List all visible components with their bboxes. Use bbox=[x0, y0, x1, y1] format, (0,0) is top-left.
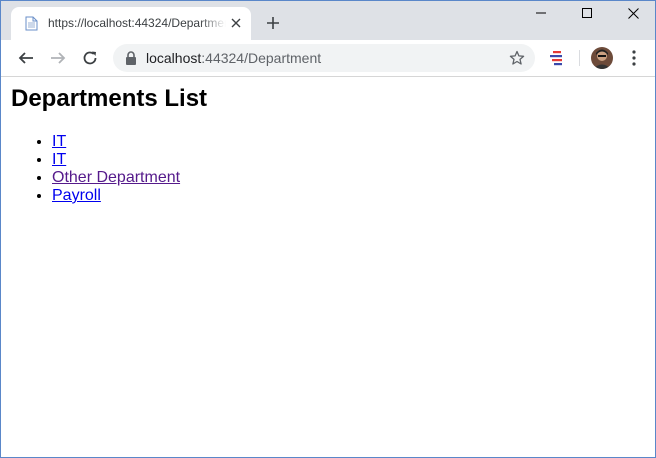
toolbar-divider bbox=[579, 50, 580, 66]
list-item: IT bbox=[52, 133, 180, 151]
lock-icon bbox=[126, 51, 136, 65]
address-bar[interactable]: localhost:44324/Department bbox=[113, 44, 535, 72]
browser-toolbar: localhost:44324/Department bbox=[1, 40, 655, 77]
department-link-it-1[interactable]: IT bbox=[52, 133, 66, 150]
list-item: IT bbox=[52, 151, 180, 169]
new-tab-button[interactable] bbox=[263, 13, 283, 33]
minimize-button[interactable] bbox=[518, 1, 564, 25]
department-link-it-2[interactable]: IT bbox=[52, 151, 66, 168]
reload-button[interactable] bbox=[78, 46, 102, 70]
tab-title: https://localhost:44324/Department bbox=[48, 16, 226, 30]
profile-avatar[interactable] bbox=[591, 47, 613, 69]
back-button[interactable] bbox=[14, 46, 38, 70]
list-item: Other Department bbox=[52, 169, 180, 187]
page-content: Departments List IT IT Other Department … bbox=[1, 77, 655, 457]
extension-icon[interactable] bbox=[547, 48, 567, 68]
department-link-payroll[interactable]: Payroll bbox=[52, 187, 101, 204]
browser-window: https://localhost:44324/Department local… bbox=[0, 0, 656, 458]
tab-department[interactable]: https://localhost:44324/Department bbox=[11, 7, 251, 40]
page-icon bbox=[25, 16, 38, 31]
close-tab-icon[interactable] bbox=[229, 16, 243, 30]
kebab-menu-icon[interactable] bbox=[627, 48, 641, 68]
url-path: :44324/Department bbox=[201, 50, 322, 66]
url-text: localhost:44324/Department bbox=[146, 50, 321, 66]
close-window-button[interactable] bbox=[610, 1, 655, 25]
tab-strip: https://localhost:44324/Department bbox=[1, 1, 655, 40]
bookmark-star-icon[interactable] bbox=[509, 50, 525, 66]
forward-button[interactable] bbox=[46, 46, 70, 70]
page-title: Departments List bbox=[11, 85, 208, 112]
list-item: Payroll bbox=[52, 187, 180, 205]
department-list: IT IT Other Department Payroll bbox=[1, 133, 180, 205]
url-host: localhost bbox=[146, 50, 202, 66]
department-link-other[interactable]: Other Department bbox=[52, 169, 180, 186]
maximize-button[interactable] bbox=[564, 1, 610, 25]
